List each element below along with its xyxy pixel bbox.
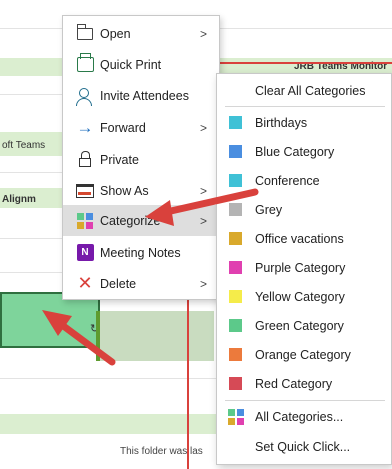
category-color-swatch	[229, 116, 242, 129]
onenote-icon: N	[75, 243, 95, 263]
menu-item-private[interactable]: Private	[63, 144, 219, 175]
category-item[interactable]: Orange Category	[217, 340, 391, 369]
categorize-icon	[226, 407, 246, 427]
category-label: Purple Category	[255, 260, 346, 275]
forward-arrow-icon: →	[76, 117, 94, 137]
menu-item-meeting-notes[interactable]: N Meeting Notes	[63, 237, 219, 268]
category-label: Grey	[255, 202, 283, 217]
category-label: Office vacations	[255, 231, 344, 246]
category-color-swatch	[229, 145, 242, 158]
category-item[interactable]: Blue Category	[217, 137, 391, 166]
menu-separator	[225, 106, 385, 107]
menu-item-open[interactable]: Open >	[63, 18, 219, 49]
menu-item-label: Open	[100, 26, 131, 41]
printer-icon	[75, 53, 95, 75]
chevron-right-icon: >	[199, 276, 207, 291]
category-label: Blue Category	[255, 144, 335, 159]
menu-item-forward[interactable]: → Forward >	[63, 112, 219, 143]
person-add-icon	[75, 86, 95, 106]
event-title-alignment: Alignm	[2, 194, 36, 205]
category-color-swatch	[229, 319, 242, 332]
categories-submenu: Clear All Categories Birthdays Blue Cate…	[216, 73, 392, 465]
category-color-swatch	[229, 261, 242, 274]
set-quick-click-item[interactable]: Set Quick Click...	[217, 432, 391, 461]
menu-item-label: Quick Print	[100, 57, 162, 72]
event-title-soft-teams: oft Teams	[2, 140, 46, 151]
category-item[interactable]: Grey	[217, 195, 391, 224]
category-item[interactable]: Birthdays	[217, 108, 391, 137]
menu-separator	[225, 400, 385, 401]
category-item[interactable]: Conference	[217, 166, 391, 195]
category-color-swatch	[229, 290, 242, 303]
clear-all-categories-item[interactable]: Clear All Categories	[217, 76, 391, 105]
category-label: Green Category	[255, 318, 344, 333]
folder-open-icon	[75, 23, 95, 44]
category-item[interactable]: Green Category	[217, 311, 391, 340]
context-menu: Open > Quick Print Invite Attendees → Fo…	[62, 15, 220, 300]
chevron-right-icon: >	[199, 26, 207, 41]
lock-icon	[75, 150, 95, 170]
category-label: Conference	[255, 173, 320, 188]
menu-item-quick-print[interactable]: Quick Print	[63, 49, 219, 80]
clear-all-categories-label: Clear All Categories	[255, 83, 366, 98]
all-categories-label: All Categories...	[255, 409, 344, 424]
chevron-right-icon: >	[199, 120, 207, 135]
category-item[interactable]: Office vacations	[217, 224, 391, 253]
category-label: Yellow Category	[255, 289, 345, 304]
menu-item-label: Forward	[100, 120, 146, 135]
category-color-swatch	[229, 377, 242, 390]
selected-event[interactable]	[0, 292, 100, 348]
menu-item-delete[interactable]: ✕ Delete >	[63, 268, 219, 299]
show-as-icon	[75, 181, 95, 201]
chevron-right-icon: >	[199, 213, 207, 228]
menu-item-invite-attendees[interactable]: Invite Attendees	[63, 80, 219, 111]
all-categories-item[interactable]: All Categories...	[217, 402, 391, 431]
menu-item-categorize[interactable]: Categorize >	[63, 205, 219, 236]
category-item[interactable]: Red Category	[217, 369, 391, 398]
category-color-swatch	[229, 232, 242, 245]
categorize-icon	[75, 211, 95, 231]
category-label: Red Category	[255, 376, 333, 391]
delete-x-icon: ✕	[77, 273, 93, 293]
category-label: Orange Category	[255, 347, 351, 362]
category-color-swatch	[229, 203, 242, 216]
category-item[interactable]: Purple Category	[217, 253, 391, 282]
menu-item-show-as[interactable]: Show As >	[63, 175, 219, 206]
category-item[interactable]: Yellow Category	[217, 282, 391, 311]
menu-item-label: Show As	[100, 183, 149, 198]
category-label: Birthdays	[255, 115, 308, 130]
menu-item-label: Invite Attendees	[100, 88, 189, 103]
category-color-swatch	[229, 348, 242, 361]
chevron-right-icon: >	[199, 183, 207, 198]
menu-item-label: Delete	[100, 276, 137, 291]
menu-item-label: Private	[100, 152, 139, 167]
menu-item-label: Meeting Notes	[100, 245, 181, 260]
menu-item-label: Categorize	[100, 213, 161, 228]
category-color-swatch	[229, 174, 242, 187]
set-quick-click-label: Set Quick Click...	[255, 439, 351, 454]
